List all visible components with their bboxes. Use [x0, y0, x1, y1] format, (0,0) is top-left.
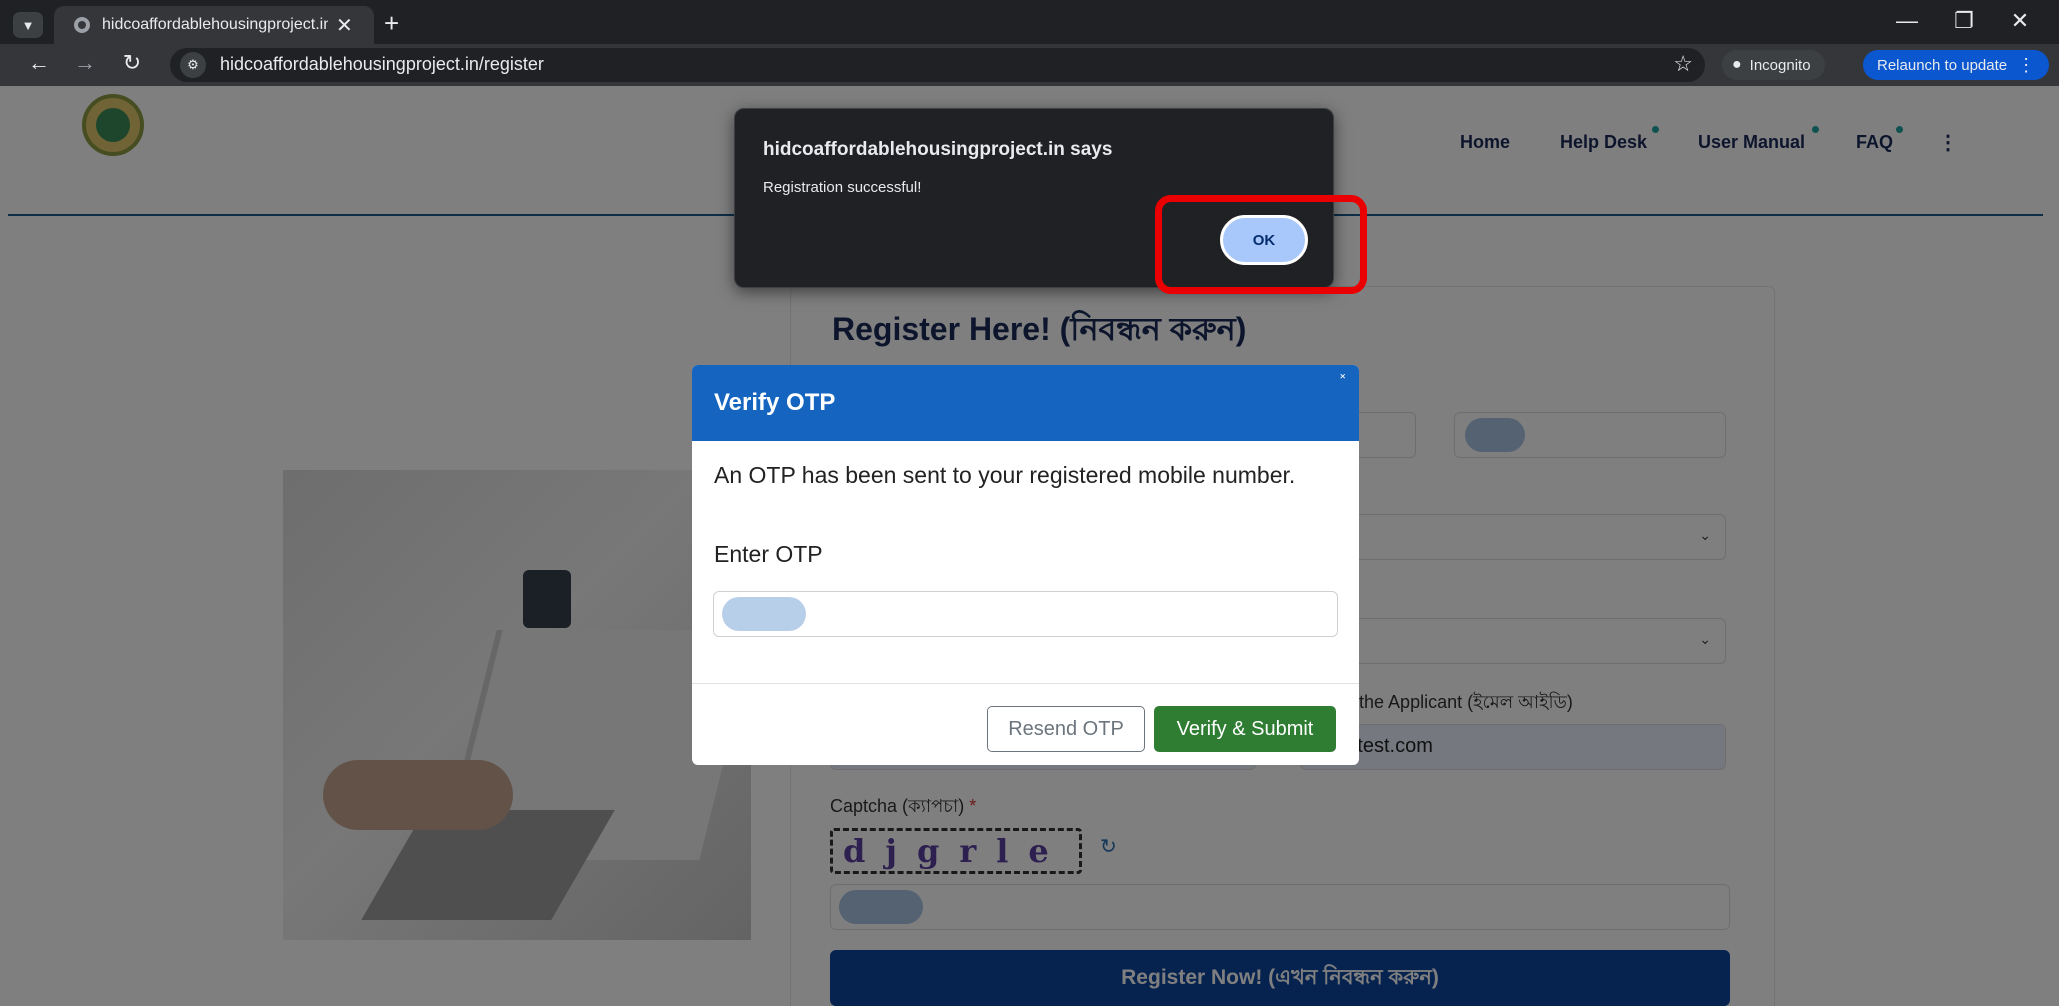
close-icon[interactable]: ✕: [336, 13, 353, 38]
chevron-down-icon: ▼: [21, 17, 35, 33]
tab-search-button[interactable]: ▼: [13, 12, 43, 38]
modal-header: Verify OTP ˟: [692, 365, 1359, 441]
modal-divider: [692, 683, 1359, 684]
otp-message: An OTP has been sent to your registered …: [714, 462, 1296, 488]
globe-icon: [74, 17, 90, 33]
alert-message: Registration successful!: [763, 179, 922, 196]
browser-tab-bar: ▼ hidcoaffordablehousingproject.in ✕ + —…: [0, 0, 2059, 44]
modal-title: Verify OTP: [714, 389, 836, 416]
alert-title: hidcoaffordablehousingproject.in says: [763, 139, 1113, 160]
close-window-icon[interactable]: ✕: [2000, 8, 2040, 34]
reload-icon[interactable]: ↻: [117, 50, 147, 76]
browser-tab-active[interactable]: hidcoaffordablehousingproject.in ✕: [54, 6, 374, 44]
incognito-badge[interactable]: ● Incognito: [1722, 50, 1825, 80]
otp-input-label: Enter OTP: [714, 541, 823, 567]
relaunch-label: Relaunch to update: [1877, 56, 2008, 74]
more-icon[interactable]: ⋮: [2017, 55, 2035, 76]
verify-submit-button[interactable]: Verify & Submit: [1154, 706, 1336, 752]
otp-input[interactable]: [713, 591, 1338, 637]
relaunch-button[interactable]: Relaunch to update ⋮: [1863, 50, 2049, 80]
address-bar[interactable]: ⚙ hidcoaffordablehousingproject.in/regis…: [170, 48, 1705, 82]
resend-otp-button[interactable]: Resend OTP: [987, 706, 1145, 752]
tab-title: hidcoaffordablehousingproject.in: [102, 16, 328, 33]
close-icon[interactable]: ˟: [1340, 371, 1345, 387]
ok-button-highlight: [1155, 195, 1367, 294]
redacted-value: [722, 597, 806, 631]
plus-icon[interactable]: +: [384, 8, 399, 39]
verify-otp-modal: Verify OTP ˟ An OTP has been sent to you…: [692, 365, 1359, 765]
site-info-icon[interactable]: ⚙: [180, 52, 206, 78]
forward-icon[interactable]: →: [70, 50, 100, 76]
back-icon[interactable]: ←: [24, 50, 54, 76]
restore-icon[interactable]: ❐: [1944, 8, 1984, 34]
incognito-icon: ●: [1732, 56, 1742, 73]
browser-toolbar: ← → ↻ ⚙ hidcoaffordablehousingproject.in…: [0, 44, 2059, 86]
star-icon[interactable]: ☆: [1673, 51, 1693, 77]
incognito-label: Incognito: [1749, 56, 1811, 74]
url-text[interactable]: hidcoaffordablehousingproject.in/registe…: [220, 54, 544, 75]
minimize-icon[interactable]: —: [1887, 8, 1927, 34]
